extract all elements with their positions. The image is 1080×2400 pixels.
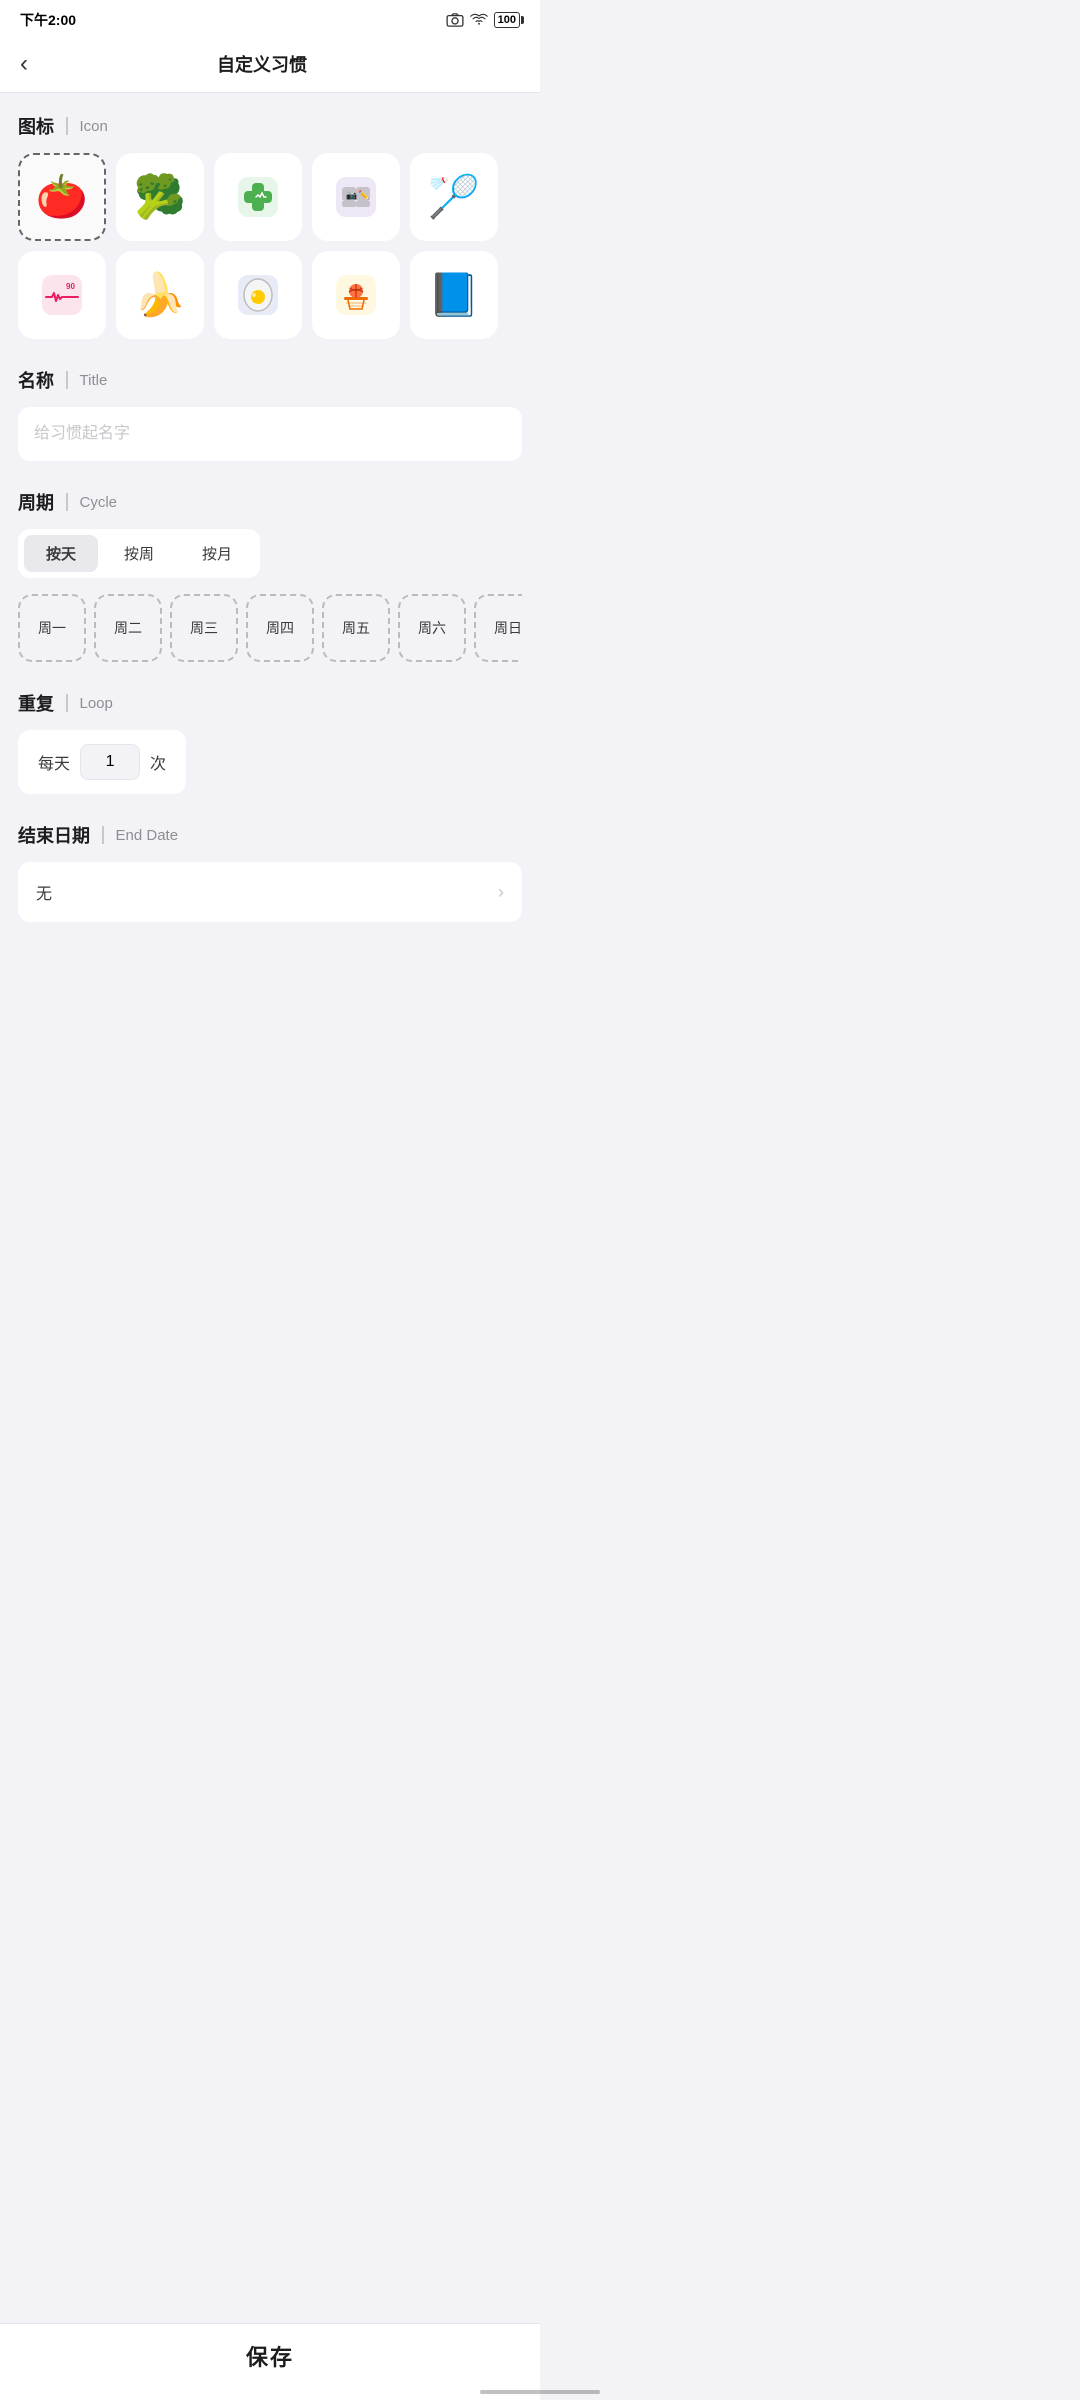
end-date-divider [102,826,104,844]
icon-tomato[interactable]: 🍅 [18,153,106,241]
day-thu[interactable]: 周四 [246,594,314,662]
loop-suffix: 次 [150,750,166,774]
loop-count-input[interactable] [80,744,140,780]
icon-game[interactable]: 📷 ✏️ [312,153,400,241]
cycle-section-header: 周期 Cycle [18,489,522,515]
day-fri[interactable]: 周五 [322,594,390,662]
loop-section-header: 重复 Loop [18,690,522,716]
day-tue[interactable]: 周二 [94,594,162,662]
day-wed[interactable]: 周三 [170,594,238,662]
svg-text:✏️: ✏️ [358,189,369,200]
name-label-cn: 名称 [18,367,54,393]
camera-icon [446,13,464,27]
nav-bar: ‹ 自定义习惯 [0,38,540,93]
icon-heartrate[interactable]: 90 [18,251,106,339]
icon-badminton[interactable]: 🏸 [410,153,498,241]
back-button[interactable]: ‹ [20,50,28,78]
loop-row: 每天 次 [18,730,186,794]
save-bar: 保存 [0,2324,540,2400]
name-section-header: 名称 Title [18,367,522,393]
name-section: 名称 Title [18,367,522,461]
icon-basketball[interactable] [312,251,400,339]
icon-broccoli[interactable]: 🥦 [116,153,204,241]
day-sun[interactable]: 周日 [474,594,522,662]
habit-name-input[interactable] [18,407,522,461]
end-date-label-en: End Date [116,827,179,844]
cycle-tab-group: 按天 按周 按月 [18,529,260,578]
chevron-right-icon: › [498,882,504,903]
battery-indicator: 100 [494,12,520,28]
home-indicator [480,2390,600,2394]
icon-book[interactable]: 📘 [410,251,498,339]
page-title: 自定义习惯 [38,51,486,77]
icon-grid: 🍅 🥦 📷 ✏️ [18,153,522,339]
icon-health[interactable] [214,153,302,241]
cycle-label-cn: 周期 [18,489,54,515]
name-divider [66,371,68,389]
main-content: 图标 Icon 🍅 🥦 [0,93,540,1070]
day-button-group: 周一 周二 周三 周四 周五 周六 周日 [18,594,522,662]
svg-text:📷: 📷 [346,190,357,200]
status-icons: 100 [446,12,520,28]
icon-section-header: 图标 Icon [18,113,522,139]
end-date-section: 结束日期 End Date 无 › [18,822,522,922]
loop-label-cn: 重复 [18,690,54,716]
tab-by-week[interactable]: 按周 [102,535,176,572]
icon-divider [66,117,68,135]
end-date-label-cn: 结束日期 [18,822,90,848]
cycle-divider [66,493,68,511]
icon-label-en: Icon [80,118,108,135]
tab-by-day[interactable]: 按天 [24,535,98,572]
loop-prefix: 每天 [38,750,70,774]
cycle-section: 周期 Cycle 按天 按周 按月 周一 周二 周三 周四 周五 周六 周日 [18,489,522,662]
svg-text:90: 90 [66,282,75,291]
status-time: 下午2:00 [20,10,76,30]
icon-banana[interactable]: 🍌 [116,251,204,339]
day-mon[interactable]: 周一 [18,594,86,662]
name-label-en: Title [80,372,108,389]
loop-divider [66,694,68,712]
wifi-icon [470,13,488,27]
icon-label-cn: 图标 [18,113,54,139]
save-button[interactable]: 保存 [246,2345,294,2370]
icon-section: 图标 Icon 🍅 🥦 [18,113,522,339]
cycle-label-en: Cycle [80,494,118,511]
end-date-picker[interactable]: 无 › [18,862,522,922]
end-date-section-header: 结束日期 End Date [18,822,522,848]
tab-by-month[interactable]: 按月 [180,535,254,572]
loop-label-en: Loop [80,695,113,712]
end-date-value: 无 [36,880,52,904]
loop-section: 重复 Loop 每天 次 [18,690,522,794]
status-bar: 下午2:00 100 [0,0,540,38]
day-sat[interactable]: 周六 [398,594,466,662]
icon-egg[interactable] [214,251,302,339]
